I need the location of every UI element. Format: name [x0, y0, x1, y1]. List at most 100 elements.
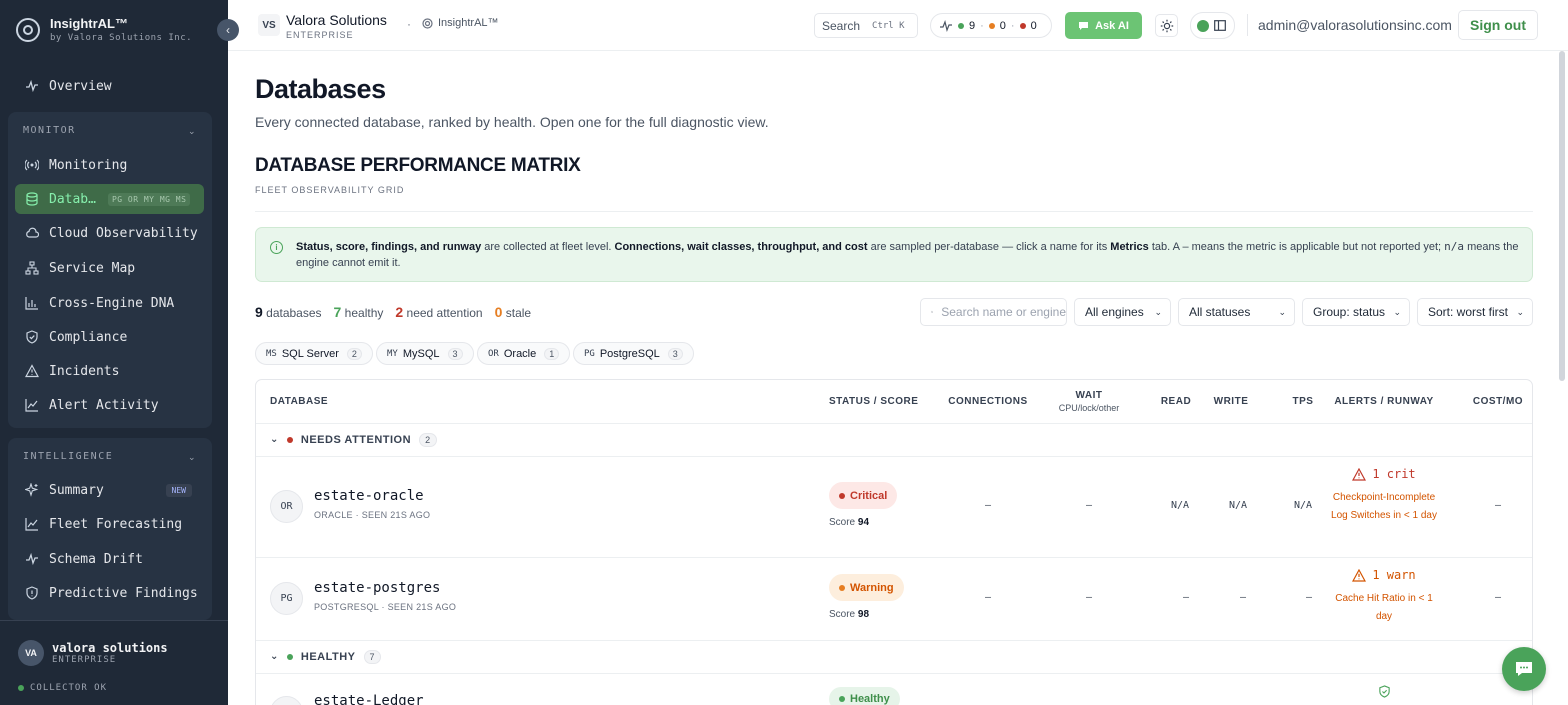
database-name-link[interactable]: estate-oracle [314, 488, 424, 504]
sidebar-item-label: Cross-Engine DNA [49, 295, 175, 311]
brand[interactable]: InsightrAL™ by Valora Solutions Inc. [16, 16, 192, 43]
group-header-healthy[interactable]: ⌄ HEALTHY 7 [256, 640, 1532, 673]
alerts-runway[interactable]: 1 warn Cache Hit Ratio in < 1 day [1328, 568, 1440, 626]
chevron-down-icon: ⌄ [1516, 306, 1524, 317]
sidebar-item-fleet-forecasting[interactable]: Fleet Forecasting [15, 509, 204, 539]
sort-select[interactable]: Sort: worst first ⌄ [1417, 298, 1533, 326]
sidebar-item-predictive-findings[interactable]: Predictive Findings [15, 578, 204, 608]
group-label: NEEDS ATTENTION [300, 433, 412, 446]
sidebar-item-label: Compliance [49, 329, 128, 345]
column-header-wait[interactable]: WAIT CPU/lock/other [1049, 390, 1129, 413]
status-separator: · [980, 19, 984, 32]
org-chip[interactable]: VS [258, 14, 280, 36]
sign-out-button[interactable]: Sign out [1458, 10, 1538, 40]
database-name-link[interactable]: estate-Ledger [314, 693, 424, 705]
sidebar-item-cross-engine-dna[interactable]: Cross-Engine DNA [15, 288, 204, 318]
status-filter-select[interactable]: All statuses ⌄ [1178, 298, 1295, 326]
alerts-runway[interactable]: 1 crit Checkpoint-Incomplete Log Switche… [1328, 467, 1440, 525]
search-icon [931, 310, 934, 314]
score-value: 98 [857, 609, 870, 620]
app-logo-icon [422, 17, 433, 29]
sidebar-item-incidents[interactable]: Incidents [15, 356, 204, 386]
layout-toggle[interactable] [1190, 12, 1235, 39]
theme-toggle-button[interactable] [1155, 14, 1178, 37]
search-label: Search [822, 18, 861, 33]
collector-status: COLLECTOR OK [18, 683, 107, 693]
status-badge: Critical [829, 482, 898, 509]
sidebar-item-label: Monitoring [49, 157, 128, 173]
row-divider [256, 673, 1532, 674]
group-select[interactable]: Group: status ⌄ [1302, 298, 1410, 326]
group-header-needs-attention[interactable]: ⌄ NEEDS ATTENTION 2 [256, 423, 1532, 456]
wait-value: – [1085, 592, 1093, 603]
database-name-link[interactable]: estate-postgres [314, 580, 440, 596]
sidebar-item-service-map[interactable]: Service Map [15, 253, 204, 283]
column-header-read[interactable]: READ [1156, 396, 1196, 407]
status-badge: Healthy [829, 687, 900, 705]
count-total-label: databases [266, 306, 322, 320]
scrollbar[interactable] [1559, 51, 1565, 381]
sidebar-item-compliance[interactable]: Compliance [15, 322, 204, 352]
sidebar-item-cloud-observability[interactable]: Cloud Observability [15, 218, 204, 248]
info-code: n/a [1444, 240, 1465, 253]
column-header-tps[interactable]: TPS [1283, 396, 1323, 407]
database-search-input[interactable]: Search name or engine [920, 298, 1067, 326]
org-switcher[interactable]: VA valora solutions ENTERPRISE [18, 640, 168, 666]
sidebar-item-schema-drift[interactable]: Schema Drift [15, 544, 204, 574]
ask-ai-button[interactable]: Ask AI [1065, 12, 1142, 39]
engine-pill-postgresql[interactable]: PG PostgreSQL 3 [573, 342, 694, 365]
sidebar-item-label: Predictive Findings [49, 585, 198, 601]
group-count: 2 [419, 432, 437, 447]
status-separator: · [1010, 19, 1015, 32]
sidebar-item-overview[interactable]: Overview [15, 71, 204, 101]
info-text: Status, score, findings, and runway are … [296, 239, 1520, 271]
info-bold: Metrics [1110, 241, 1149, 253]
search-button[interactable]: Search Ctrl K [814, 13, 918, 38]
sidebar-divider [0, 620, 228, 621]
tps-value: N/A [1293, 500, 1313, 511]
network-icon [25, 261, 39, 275]
sidebar-item-alert-activity[interactable]: Alert Activity [15, 390, 204, 420]
info-span: are collected at fleet level. [481, 241, 615, 253]
cost-value: – [1494, 500, 1502, 511]
engine-pill-mysql[interactable]: MY MySQL 3 [376, 342, 474, 365]
collapse-sidebar-button[interactable]: ‹ [217, 19, 239, 41]
count-healthy: 7 healthy [334, 304, 384, 320]
column-header-alerts[interactable]: ALERTS / RUNWAY [1328, 396, 1440, 407]
engine-filter-select[interactable]: All engines ⌄ [1074, 298, 1171, 326]
chat-button[interactable] [1502, 647, 1546, 691]
sidebar-item-label: Datab… [49, 191, 96, 207]
engine-pill-oracle[interactable]: OR Oracle 1 [477, 342, 571, 365]
breadcrumb-app[interactable]: InsightrAL™ [422, 17, 499, 29]
column-header-cost[interactable]: COST/MO [1468, 396, 1528, 407]
crit-dot-icon [1019, 22, 1026, 29]
topbar-org-plan: ENTERPRISE [286, 30, 354, 40]
healthy-dot-icon [958, 22, 964, 29]
sidebar-item-monitoring[interactable]: Monitoring [15, 150, 204, 180]
chevron-down-icon[interactable]: ⌄ [188, 452, 196, 463]
info-bold: Status, score, findings, and runway [296, 241, 482, 253]
sidebar-item-databases[interactable]: Datab… PG OR MY MG MS [15, 184, 204, 214]
status-dot-icon [839, 696, 845, 702]
matrix-title: DATABASE PERFORMANCE MATRIX [255, 155, 581, 176]
read-value: – [1182, 592, 1190, 603]
chevron-down-icon: ⌄ [270, 651, 279, 662]
chevron-down-icon[interactable]: ⌄ [188, 126, 196, 137]
database-meta: ORACLE · SEEN 21S AGO [314, 510, 431, 520]
column-header-connections[interactable]: CONNECTIONS [946, 396, 1030, 407]
fleet-status-chip[interactable]: 9 · 0 · 0 [930, 13, 1052, 38]
org-info[interactable]: Valora Solutions ENTERPRISE [286, 12, 387, 40]
count-attention-value: 2 [395, 304, 404, 320]
column-header-database[interactable]: DATABASE [270, 396, 328, 407]
divider [255, 211, 1533, 212]
column-header-write[interactable]: WRITE [1211, 396, 1251, 407]
engine-pill-sqlserver[interactable]: MS SQL Server 2 [255, 342, 373, 365]
sidebar-item-summary[interactable]: Summary NEW [15, 475, 204, 505]
warning-triangle-icon [1352, 568, 1367, 582]
column-header-status[interactable]: STATUS / SCORE [829, 396, 918, 407]
row-divider [256, 456, 1532, 457]
alert-count: 1 crit [1328, 467, 1440, 481]
shield-check-icon [1378, 685, 1391, 703]
cloud-icon [25, 226, 39, 240]
pulse-icon [940, 19, 952, 32]
